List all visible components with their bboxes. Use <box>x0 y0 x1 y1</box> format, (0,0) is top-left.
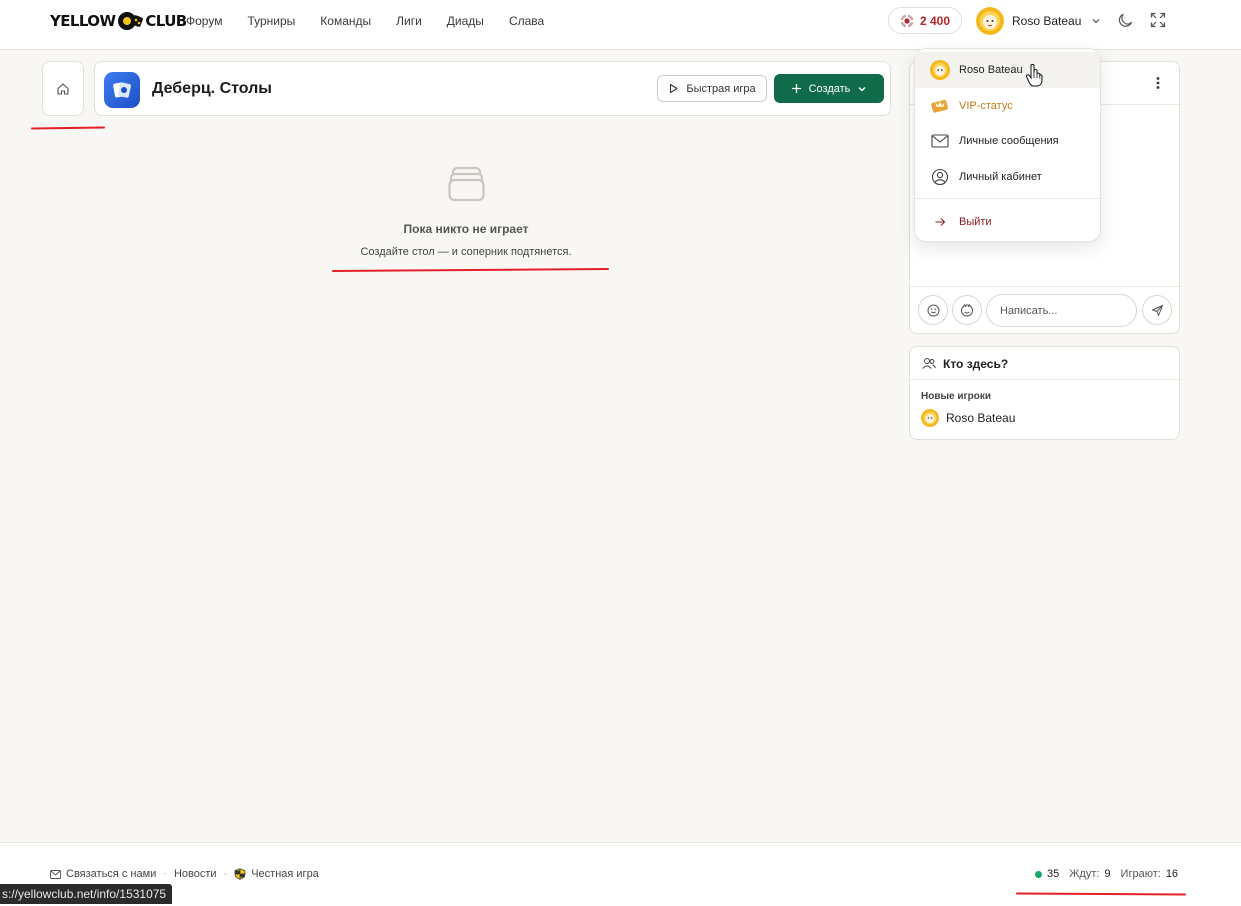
playing-count: 16 <box>1165 868 1179 880</box>
hand-pointer-cursor-icon <box>1025 63 1043 87</box>
nav-teams[interactable]: Команды <box>320 14 371 28</box>
menu-item-label: VIP-статус <box>959 100 1013 112</box>
new-players-label: Новые игроки <box>921 391 992 402</box>
menu-item-vip[interactable]: VIP-статус <box>915 88 1100 124</box>
menu-item-messages[interactable]: Личные сообщения <box>915 123 1100 159</box>
empty-state-subtitle: Создайте стол — и соперник подтянется. <box>360 246 572 258</box>
logo-text-left: YELLOW <box>50 12 116 30</box>
quick-game-label: Быстрая игра <box>686 82 756 95</box>
vip-ticket-icon <box>930 96 950 116</box>
shield-icon <box>234 868 246 880</box>
top-bar: YELLOW CLUB Форум Турниры Команды Лиги Д… <box>0 0 1241 50</box>
emoji-button[interactable] <box>918 295 948 325</box>
menu-item-label: Выйти <box>959 216 992 228</box>
contact-link[interactable]: Связаться с нами <box>66 868 156 880</box>
user-menu-toggle[interactable]: Roso Bateau <box>976 6 1101 36</box>
site-logo[interactable]: YELLOW CLUB <box>50 10 187 32</box>
quick-game-button[interactable]: Быстрая игра <box>657 75 767 102</box>
more-vertical-icon[interactable] <box>1151 76 1165 90</box>
player-item[interactable]: Roso Bateau <box>921 409 1015 427</box>
playing-label: Играют: <box>1120 868 1161 880</box>
balance-badge[interactable]: 2 400 <box>888 7 962 34</box>
sticker-icon <box>961 303 973 317</box>
empty-state-title: Пока никто не играет <box>403 222 529 236</box>
footer: Связаться с нами · Новости · Честная игр… <box>0 842 1241 906</box>
page-title: Деберц. Столы <box>152 80 272 97</box>
menu-item-label: Личные сообщения <box>959 135 1059 147</box>
chevron-down-icon <box>1092 19 1100 24</box>
menu-item-logout[interactable]: Выйти <box>915 204 1100 240</box>
nav-tournaments[interactable]: Турниры <box>247 14 295 28</box>
menu-item-label: Roso Bateau <box>959 64 1023 76</box>
smile-icon <box>927 304 939 316</box>
dice-logo-icon <box>118 12 144 30</box>
home-icon <box>57 82 69 95</box>
annotation-underline-subtitle <box>331 268 610 272</box>
nav-glory[interactable]: Слава <box>509 14 544 28</box>
menu-item-profile[interactable]: Roso Bateau <box>915 52 1100 88</box>
menu-item-label: Личный кабинет <box>959 171 1042 183</box>
send-icon <box>1151 304 1163 316</box>
main-nav: Форум Турниры Команды Лиги Диады Слава <box>186 14 569 28</box>
empty-tables-icon <box>448 166 485 202</box>
online-count: 35 <box>1047 868 1060 880</box>
logo-text-right: CLUB <box>145 12 187 30</box>
deberts-game-icon <box>104 72 140 108</box>
sticker-button[interactable] <box>952 295 982 325</box>
browser-status-url: s://yellowclub.net/info/1531075 <box>0 884 173 904</box>
home-button[interactable] <box>42 61 84 116</box>
chat-footer <box>910 286 1179 335</box>
user-dropdown-menu: Roso Bateau VIP-статус Личные сообщения <box>914 48 1101 242</box>
separator-dot: · <box>163 868 167 880</box>
player-name: Roso Bateau <box>946 411 1016 425</box>
waiting-label: Ждут: <box>1069 868 1100 880</box>
nav-leagues[interactable]: Лиги <box>396 14 422 28</box>
play-icon <box>670 83 678 94</box>
online-status-dot <box>1035 870 1042 878</box>
menu-divider <box>915 198 1100 199</box>
fullscreen-icon[interactable] <box>1150 12 1166 28</box>
who-here-panel: Кто здесь? Новые игроки Roso Bateau <box>909 346 1180 440</box>
separator-dot: · <box>223 868 228 880</box>
nav-forum[interactable]: Форум <box>186 14 222 28</box>
nav-dyads[interactable]: Диады <box>447 14 484 28</box>
user-avatar <box>976 7 1004 35</box>
waiting-count: 9 <box>1104 868 1111 880</box>
menu-item-cabinet[interactable]: Личный кабинет <box>915 159 1100 195</box>
footer-links: Связаться с нами · Новости · Честная игр… <box>50 868 319 880</box>
arrow-right-icon <box>930 212 950 232</box>
send-button[interactable] <box>1142 295 1172 325</box>
page-header: Деберц. Столы Быстрая игра Создать <box>94 61 891 116</box>
chevron-down-icon <box>858 86 866 91</box>
user-name: Roso Bateau <box>1012 14 1082 28</box>
profile-avatar-icon <box>930 60 950 80</box>
moon-icon[interactable] <box>1118 12 1134 28</box>
users-icon <box>922 358 936 369</box>
create-label: Создать <box>808 82 851 95</box>
news-link[interactable]: Новости <box>174 868 217 880</box>
mail-icon <box>50 869 61 879</box>
envelope-icon <box>930 131 950 151</box>
fair-play-link[interactable]: Честная игра <box>251 868 319 880</box>
who-here-header: Кто здесь? <box>910 347 1179 380</box>
player-avatar <box>921 409 939 427</box>
plus-icon <box>791 84 801 93</box>
online-stats: 35 Ждут: 9 Играют: 16 <box>1035 868 1183 880</box>
chat-message-input[interactable] <box>986 294 1137 327</box>
balance-value: 2 400 <box>919 13 951 28</box>
user-circle-icon <box>930 167 950 187</box>
create-button[interactable]: Создать <box>774 74 884 103</box>
casino-chip-icon <box>900 14 914 27</box>
annotation-underline-home <box>30 126 106 130</box>
who-here-title: Кто здесь? <box>943 357 1009 371</box>
